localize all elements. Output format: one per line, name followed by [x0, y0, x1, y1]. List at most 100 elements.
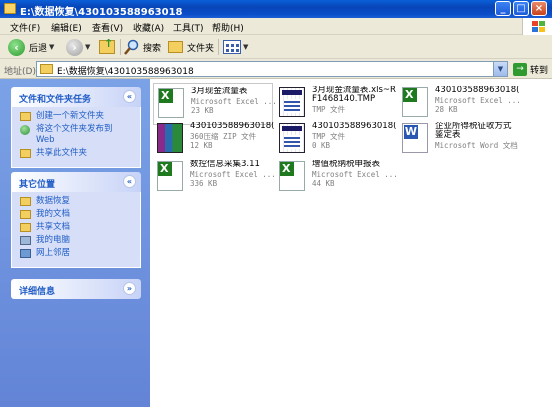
menu-favorites[interactable]: 收藏(A): [133, 21, 164, 34]
file-list: 3月现金流量表 Microsoft Excel ... 23 KB 3月现金流量…: [150, 79, 552, 407]
other-places-panel: 其它位置 « 数据恢复 我的文档 共享文档 我的电脑 网上邻居: [11, 172, 141, 268]
file-name: 数控信息采集3.11: [190, 160, 260, 169]
task-label: 共享此文件夹: [36, 148, 88, 158]
word-icon: [402, 123, 428, 153]
details-panel: 详细信息 »: [11, 279, 141, 299]
place-shared-documents[interactable]: 共享文档: [20, 222, 134, 233]
file-type: Microsoft Excel ...: [312, 170, 396, 179]
address-dropdown-button[interactable]: ▼: [493, 62, 507, 76]
excel-icon: [157, 161, 183, 191]
collapse-icon[interactable]: «: [123, 90, 136, 103]
up-button[interactable]: ↑: [99, 37, 115, 56]
panel-header[interactable]: 文件和文件夹任务 «: [11, 87, 141, 107]
up-folder-icon: ↑: [99, 37, 115, 54]
place-my-computer[interactable]: 我的电脑: [20, 235, 134, 246]
place-label: 数据恢复: [36, 196, 71, 206]
file-type: TMP 文件: [312, 105, 346, 114]
file-item[interactable]: 430103588963018(... 360压缩 ZIP 文件 12 KB: [153, 119, 274, 161]
address-label: 地址(D): [4, 67, 36, 77]
window-title: E:\数据恢复\430103588963018: [20, 7, 183, 18]
file-type: TMP 文件: [312, 132, 346, 141]
file-name: 430103588963018(...: [312, 122, 396, 131]
place-label: 网上邻居: [36, 248, 71, 258]
views-button[interactable]: ▼: [223, 38, 248, 56]
task-label: 创建一个新文件夹: [36, 111, 105, 121]
views-icon: [223, 40, 241, 54]
menu-bar: 文件(F) 编辑(E) 查看(V) 收藏(A) 工具(T) 帮助(H): [0, 18, 552, 35]
share-folder-icon: [20, 149, 31, 158]
folder-icon: [4, 3, 16, 14]
file-type: Microsoft Excel ...: [190, 170, 274, 179]
menu-view[interactable]: 查看(V): [92, 21, 123, 34]
go-arrow-icon: →: [513, 63, 527, 76]
folder-icon: [20, 197, 31, 206]
excel-icon: [158, 88, 184, 118]
file-type: Microsoft Excel ...: [435, 96, 519, 105]
file-size: 336 KB: [190, 179, 218, 188]
address-input[interactable]: E:\数据恢复\430103588963018 ▼: [36, 61, 508, 77]
place-label: 我的电脑: [36, 235, 71, 245]
file-size: 23 KB: [191, 106, 214, 115]
file-type: Microsoft Word 文档: [435, 141, 518, 150]
go-label: 转到: [530, 66, 549, 76]
panel-header[interactable]: 其它位置 «: [11, 172, 141, 192]
file-size: 44 KB: [312, 179, 335, 188]
address-value: E:\数据恢复\430103588963018: [57, 67, 194, 77]
search-button[interactable]: 搜索: [124, 38, 161, 56]
folders-label: 文件夹: [187, 43, 215, 54]
place-label: 共享文档: [36, 222, 71, 232]
place-network[interactable]: 网上邻居: [20, 248, 134, 259]
panel-body: 数据恢复 我的文档 共享文档 我的电脑 网上邻居: [11, 192, 141, 268]
toolbar: ‹ 后退 ▼ › ▼ ↑ 搜索 文件夹 ▼: [0, 35, 552, 59]
task-new-folder[interactable]: 创建一个新文件夹: [20, 111, 134, 122]
collapse-icon[interactable]: «: [123, 175, 136, 188]
menu-file[interactable]: 文件(F): [10, 21, 40, 34]
forward-arrow-icon: ›: [66, 38, 83, 56]
task-share-folder[interactable]: 共享此文件夹: [20, 148, 134, 159]
computer-icon: [20, 236, 31, 245]
expand-icon[interactable]: »: [123, 282, 136, 295]
menu-tools[interactable]: 工具(T): [173, 21, 204, 34]
search-icon: [124, 39, 139, 55]
go-button[interactable]: → 转到: [513, 62, 548, 77]
panel-header[interactable]: 详细信息 »: [11, 279, 141, 299]
file-item[interactable]: 430103588963018(... TMP 文件 0 KB: [275, 119, 396, 161]
file-folder-tasks-panel: 文件和文件夹任务 « 创建一个新文件夹 将这个文件夹发布到 Web 共享此文件夹: [11, 87, 141, 168]
chevron-down-icon: ▼: [243, 43, 249, 51]
forward-button[interactable]: › ▼: [66, 38, 90, 56]
panel-title: 文件和文件夹任务: [19, 95, 92, 105]
place-my-documents[interactable]: 我的文档: [20, 209, 134, 220]
back-label: 后退: [29, 43, 48, 54]
file-item[interactable]: 增值税纳税申报表 Microsoft Excel ... 44 KB: [275, 157, 396, 199]
back-button[interactable]: ‹ 后退 ▼: [8, 38, 54, 56]
file-type: Microsoft Excel ...: [191, 97, 275, 106]
folders-button[interactable]: 文件夹: [168, 38, 214, 56]
task-publish-web[interactable]: 将这个文件夹发布到 Web: [20, 124, 134, 146]
panel-title: 其它位置: [19, 180, 56, 190]
task-pane: 文件和文件夹任务 « 创建一个新文件夹 将这个文件夹发布到 Web 共享此文件夹…: [0, 79, 150, 407]
menu-edit[interactable]: 编辑(E): [51, 21, 82, 34]
file-item[interactable]: 数控信息采集3.11 Microsoft Excel ... 336 KB: [153, 157, 274, 199]
tmp-icon: [279, 87, 305, 117]
file-name: 430103588963018(...: [435, 86, 519, 95]
file-size: 12 KB: [190, 141, 213, 150]
title-bar: E:\数据恢复\430103588963018 _ □ ×: [0, 0, 552, 18]
close-button[interactable]: ×: [531, 1, 547, 16]
tmp-icon: [279, 123, 305, 153]
place-data-recovery[interactable]: 数据恢复: [20, 196, 134, 207]
excel-icon: [279, 161, 305, 191]
network-icon: [20, 249, 31, 258]
file-name: 430103588963018(...: [190, 122, 274, 131]
search-label: 搜索: [143, 43, 162, 54]
panel-body: 创建一个新文件夹 将这个文件夹发布到 Web 共享此文件夹: [11, 107, 141, 168]
file-item[interactable]: 企业所得税征收方式鉴定表 Microsoft Word 文档: [398, 119, 518, 161]
new-folder-icon: [20, 112, 31, 121]
toolbar-separator: [218, 39, 219, 55]
folders-icon: [168, 41, 183, 53]
file-name: 3月现金流量表: [191, 87, 248, 96]
file-size: 0 KB: [312, 141, 331, 150]
file-name: 3月现金流量表.xls~RF1468140.TMP: [312, 86, 396, 104]
menu-help[interactable]: 帮助(H): [212, 21, 244, 34]
minimize-button[interactable]: _: [495, 1, 511, 16]
maximize-button[interactable]: □: [513, 1, 529, 16]
